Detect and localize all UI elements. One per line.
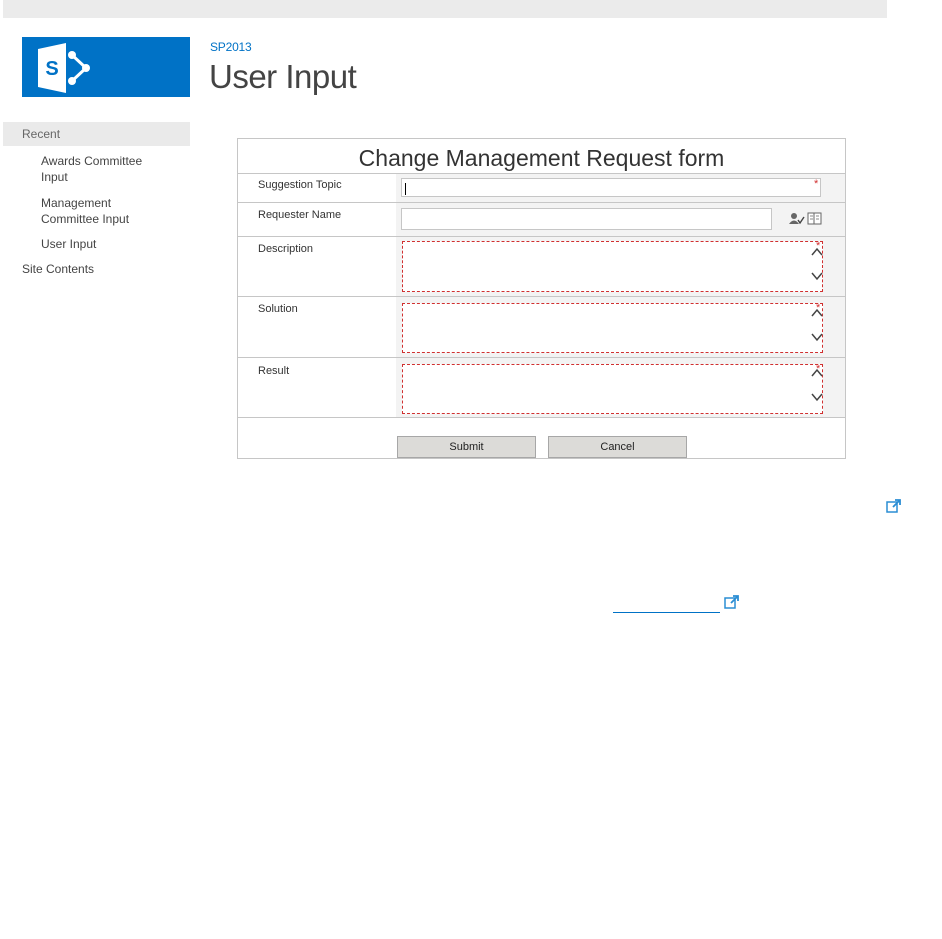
chevron-up-icon — [811, 247, 823, 256]
description-scrollbar[interactable] — [810, 247, 824, 284]
solution-textarea[interactable] — [402, 303, 823, 353]
suggestion-topic-input[interactable] — [401, 178, 821, 197]
field-label-suggestion-topic: Suggestion Topic — [258, 179, 342, 191]
chevron-down-icon — [811, 393, 823, 402]
description-textarea[interactable] — [402, 241, 823, 292]
text-cursor — [405, 183, 406, 195]
quick-launch: Recent Awards Committee Input Management… — [3, 122, 190, 276]
address-book-icon[interactable] — [807, 212, 823, 226]
chevron-up-icon — [811, 368, 823, 377]
field-label-solution: Solution — [258, 303, 298, 315]
quick-launch-item-user-input[interactable]: User Input — [41, 236, 161, 252]
sharepoint-logo[interactable]: S — [22, 37, 190, 97]
field-label-result: Result — [258, 365, 290, 377]
required-indicator: * — [814, 178, 819, 190]
open-in-new-window-icon[interactable] — [724, 594, 740, 610]
field-label-description: Description — [258, 243, 314, 255]
top-suite-bar — [3, 0, 887, 18]
form-row-result: Result * — [238, 358, 845, 418]
quick-launch-site-contents[interactable]: Site Contents — [22, 262, 94, 276]
result-textarea[interactable] — [402, 364, 823, 414]
form-row-suggestion-topic: Suggestion Topic * — [238, 174, 845, 203]
field-label-requester-name: Requester Name — [258, 209, 342, 221]
submit-button[interactable]: Submit — [397, 436, 536, 458]
footer-link[interactable] — [613, 611, 720, 613]
quick-launch-item-management-committee-input[interactable]: Management Committee Input — [41, 195, 161, 227]
site-title-link[interactable]: SP2013 — [210, 40, 252, 54]
form-row-requester-name: Requester Name — [238, 203, 845, 237]
result-scrollbar[interactable] — [810, 368, 824, 405]
check-names-icon[interactable] — [789, 212, 805, 226]
form-title: Change Management Request form — [238, 139, 845, 174]
page-title: User Input — [209, 58, 357, 95]
chevron-up-icon — [811, 308, 823, 317]
sharepoint-logo-icon: S — [38, 43, 90, 93]
solution-scrollbar[interactable] — [810, 308, 824, 345]
quick-launch-item-awards-committee-input[interactable]: Awards Committee Input — [41, 153, 161, 185]
requester-name-people-picker[interactable] — [401, 208, 772, 230]
chevron-down-icon — [811, 272, 823, 281]
form-row-solution: Solution * — [238, 297, 845, 358]
svg-text:S: S — [45, 58, 58, 80]
quick-launch-heading-recent[interactable]: Recent — [3, 122, 190, 146]
chevron-down-icon — [811, 333, 823, 342]
form-row-description: Description * — [238, 237, 845, 297]
open-in-new-window-icon[interactable] — [886, 498, 902, 514]
change-request-form: Change Management Request form Suggestio… — [237, 138, 846, 459]
cancel-button[interactable]: Cancel — [548, 436, 687, 458]
